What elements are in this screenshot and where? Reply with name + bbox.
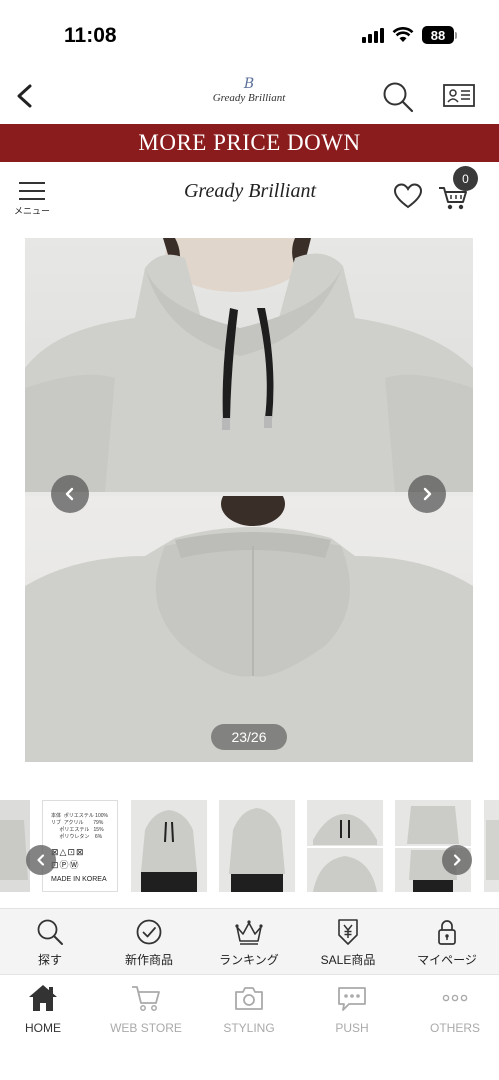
category-search[interactable]: 探す [5, 917, 95, 968]
check-circle-icon [136, 919, 162, 945]
tab-label: STYLING [223, 1021, 275, 1035]
gallery-prev-button[interactable] [51, 475, 89, 513]
category-my-page[interactable]: マイページ [402, 917, 492, 968]
category-sale[interactable]: SALE商品 [303, 917, 393, 968]
wifi-icon [392, 27, 414, 42]
chevron-left-icon [37, 854, 45, 866]
category-new-arrivals[interactable]: 新作商品 [104, 917, 194, 968]
tag-made-in: MADE IN KOREA [51, 876, 107, 883]
category-label: 探す [37, 953, 62, 967]
chevron-right-icon [423, 487, 432, 501]
brand-mark-logo: B [243, 76, 255, 92]
chevron-left-icon [17, 84, 32, 108]
status-indicators: 88 [362, 26, 457, 44]
back-button[interactable] [10, 78, 40, 114]
crown-icon [235, 920, 263, 945]
product-image-gallery[interactable] [25, 238, 473, 762]
signal-icon [362, 27, 384, 43]
category-ranking[interactable]: ランキング [204, 917, 294, 968]
product-photo-back [25, 496, 473, 762]
tab-label: OTHERS [429, 1021, 480, 1035]
battery-icon: 88 [422, 26, 454, 44]
tab-label: WEB STORE [110, 1021, 182, 1035]
thumbnail-next-button[interactable] [442, 845, 472, 875]
tab-web-store[interactable]: WEB STORE [101, 981, 191, 1035]
thumbnail[interactable] [0, 800, 30, 892]
search-icon [37, 919, 63, 945]
thumbnail-prev-button[interactable] [26, 845, 56, 875]
tab-label: HOME [25, 1021, 61, 1035]
more-dots-icon [442, 994, 468, 1002]
lock-icon [438, 920, 456, 945]
member-card-button[interactable] [442, 82, 476, 110]
cart-count-badge: 0 [453, 166, 478, 191]
tab-styling[interactable]: STYLING [204, 981, 294, 1035]
thumbnail[interactable] [219, 800, 295, 892]
tab-push[interactable]: PUSH [307, 981, 397, 1035]
chevron-right-icon [453, 854, 461, 866]
camera-icon [235, 987, 263, 1010]
thumbnail[interactable] [131, 800, 207, 892]
category-label: 新作商品 [124, 953, 173, 967]
thumbnail-strip[interactable]: 本体 ポリエステル 100% リブ アクリル 79% ポリエステル 15% ポリ… [0, 800, 499, 892]
tab-label: PUSH [335, 1021, 369, 1035]
gallery-counter: 23/26 [211, 724, 287, 750]
care-symbols: ⊠△⊡⊠ ⊡ⓅⓌ [51, 847, 85, 870]
status-time: 11:08 [64, 24, 117, 47]
chat-bubble-icon [338, 987, 366, 1011]
tag-composition: 本体 ポリエステル 100% リブ アクリル 79% ポリエステル 15% ポリ… [51, 813, 108, 840]
menu-button[interactable]: メニュー [12, 182, 52, 220]
chevron-left-icon [65, 487, 74, 501]
menu-label: メニュー [13, 206, 50, 216]
bottom-tab-bar: HOME WEB STORE STYLING PUSH OTHERS [0, 974, 499, 1080]
category-label: ランキング [219, 953, 279, 967]
gallery-next-button[interactable] [408, 475, 446, 513]
category-label: マイページ [417, 953, 477, 967]
store-logo[interactable]: Gready Brilliant [150, 180, 350, 203]
favorites-button[interactable] [393, 182, 423, 210]
promo-banner[interactable]: MORE PRICE DOWN [0, 124, 499, 162]
thumbnail[interactable] [484, 800, 499, 892]
product-photo-front [25, 238, 473, 492]
category-nav: 探す 新作商品 ランキング SALE商品 マイページ [0, 908, 499, 974]
heart-icon [393, 183, 423, 209]
id-card-icon [443, 84, 475, 107]
battery-tip [455, 31, 457, 39]
tab-home[interactable]: HOME [0, 981, 88, 1035]
hamburger-icon [12, 182, 52, 200]
cart-icon [132, 986, 160, 1011]
thumbnail[interactable] [307, 800, 383, 892]
header-logo[interactable]: B Gready Brilliant [199, 76, 299, 104]
status-bar: 11:08 88 [0, 0, 499, 70]
category-label: SALE商品 [320, 953, 376, 967]
header-brand-name: Gready Brilliant [212, 92, 286, 104]
home-icon [29, 985, 57, 1011]
tab-others[interactable]: OTHERS [410, 981, 499, 1035]
store-header: メニュー Gready Brilliant [0, 162, 499, 224]
search-icon [383, 82, 414, 113]
yen-tag-icon [338, 919, 358, 945]
thumbnail-size-tag[interactable]: 本体 ポリエステル 100% リブ アクリル 79% ポリエステル 15% ポリ… [42, 800, 118, 892]
header-search-button[interactable] [381, 80, 415, 114]
app-header: B Gready Brilliant [0, 70, 499, 124]
